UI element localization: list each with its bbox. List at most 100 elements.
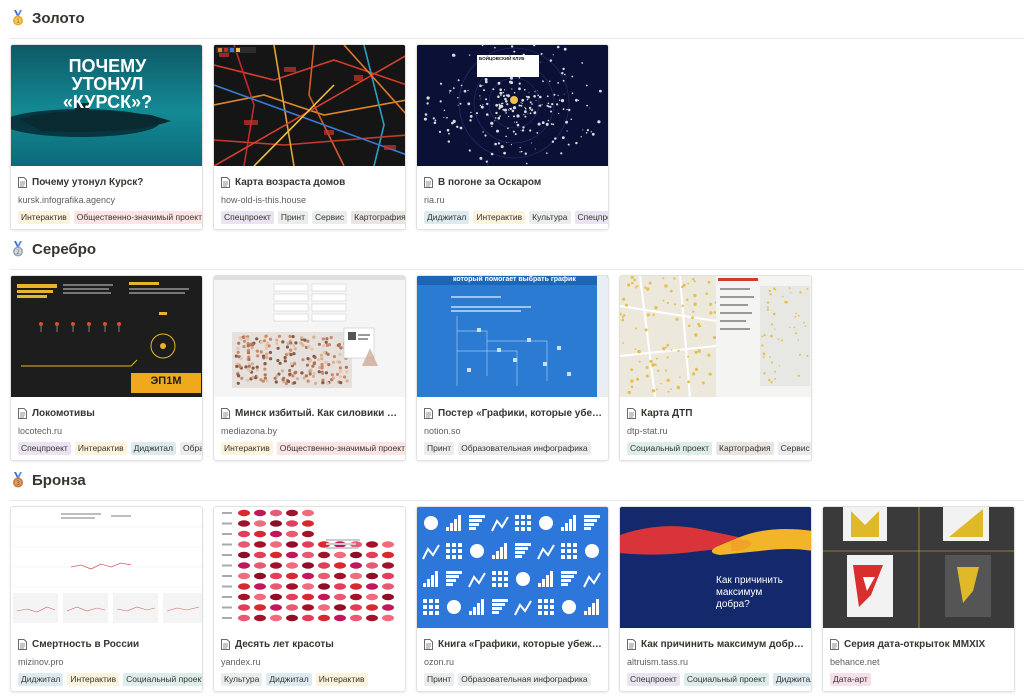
card-title: Смертность в России (18, 637, 196, 651)
cover-headline-line: УТОНУЛ (71, 74, 144, 94)
card-cover-image (214, 276, 405, 397)
gallery-card[interactable]: ЭП1М Локомотивы locotech.ru Спецпроект И… (10, 275, 203, 461)
cover-caption: который помогает выбрать график (453, 276, 576, 283)
page-icon (830, 638, 839, 650)
card-title: Локомотивы (18, 406, 196, 420)
tag: Общественно-значимый проект (73, 211, 202, 224)
card-cover-image (417, 507, 608, 628)
card-tags: Принт Образовательная инфографика (424, 673, 608, 686)
card-domain: kursk.infografika.agency (18, 195, 116, 205)
gallery-card[interactable]: который помогает выбрать график Постер «… (416, 275, 609, 461)
tag: Общественно-значимый проект (276, 442, 405, 455)
card-cover-image (214, 507, 405, 628)
tag: Картография (351, 211, 405, 224)
card-domain: altruism.tass.ru (627, 657, 689, 667)
gallery-card[interactable]: БОЙЦОВСКИЙ КЛУБ В погоне за Оскаром ria.… (416, 44, 609, 230)
card-title-text: Смертность в России (32, 638, 140, 650)
tag: Принт (277, 211, 309, 224)
gallery-card[interactable]: Серия дата-открыток MMXIX behance.net Да… (822, 506, 1015, 692)
card-title-text: Почему утонул Курск? (32, 176, 144, 188)
tag: Картография (716, 442, 774, 455)
gallery-card[interactable]: Десять лет красоты yandex.ru Культура Ди… (213, 506, 406, 692)
tag: Культура (221, 673, 263, 686)
card-title: Карта возраста домов (221, 175, 399, 189)
tag: Сервис (777, 442, 811, 455)
card-title: Постер «Графики, которые убежд... (424, 406, 602, 420)
card-title: Серия дата-открыток MMXIX (830, 637, 1008, 651)
card-cover-image (823, 507, 1014, 628)
tag: Социальный проект (683, 673, 769, 686)
card-title-text: Книга «Графики, которые убежда... (438, 638, 602, 650)
card-title-text: Как причинить максимум добра? (641, 638, 805, 650)
section-divider (10, 38, 1024, 39)
page-icon (221, 638, 230, 650)
cover-caption: ЭП1М (150, 375, 182, 387)
card-title-text: Минск избитый. Как силовики ка... (235, 407, 399, 419)
section-title: Серебро (32, 240, 97, 258)
tag: Диджитал (772, 673, 811, 686)
card-domain: mizinov.pro (18, 657, 64, 667)
tag: Интерактив (315, 673, 368, 686)
section-header: 3 Бронза (10, 468, 86, 492)
section-title: Золото (32, 9, 85, 27)
card-tags: Интерактив Общественно-значимый проект (221, 442, 405, 455)
card-tags: Социальный проект Картография Сервис (627, 442, 811, 455)
card-title: Почему утонул Курск? (18, 175, 196, 189)
tag: Спецпроект (574, 211, 608, 224)
card-domain: yandex.ru (221, 657, 261, 667)
card-title-text: Карта возраста домов (235, 176, 346, 188)
bronze-medal-icon: 3 (13, 472, 23, 488)
card-domain: locotech.ru (18, 426, 63, 436)
card-tags: Интерактив Общественно-значимый проект (18, 211, 202, 224)
page-icon (18, 176, 27, 188)
card-domain: how-old-is-this.house (221, 195, 307, 205)
svg-text:3: 3 (16, 480, 20, 487)
card-title: Карта ДТП (627, 406, 805, 420)
card-title-text: В погоне за Оскаром (438, 176, 542, 188)
page-icon (424, 638, 433, 650)
card-domain: behance.net (830, 657, 880, 667)
card-domain: mediazona.by (221, 426, 278, 436)
tag: Интерактив (74, 442, 127, 455)
tag: Диджитал (424, 211, 470, 224)
tag: Социальный проект (123, 673, 202, 686)
page-icon (627, 638, 636, 650)
card-domain: ozon.ru (424, 657, 455, 667)
tag: Принт (424, 673, 455, 686)
card-tags: Принт Образовательная инфографика (424, 442, 608, 455)
tag: Интерактив (67, 673, 120, 686)
svg-text:2: 2 (16, 249, 20, 256)
cover-headline-line: добра? (716, 599, 750, 610)
card-domain: ria.ru (424, 195, 445, 205)
gallery-card[interactable]: Карта ДТП dtp-stat.ru Социальный проект … (619, 275, 812, 461)
gallery-card[interactable]: Книга «Графики, которые убежда... ozon.r… (416, 506, 609, 692)
tag: Диджитал (130, 442, 176, 455)
tag: Сервис (312, 211, 348, 224)
card-title-text: Постер «Графики, которые убежд... (438, 407, 602, 419)
tag: Образовательная инфографика (180, 442, 202, 455)
gallery-card[interactable]: Как причинить максимум добра? Как причин… (619, 506, 812, 692)
gallery-card[interactable]: Карта возраста домов how-old-is-this.hou… (213, 44, 406, 230)
gallery-card[interactable]: Смертность в России mizinov.pro Диджитал… (10, 506, 203, 692)
cover-caption: БОЙЦОВСКИЙ КЛУБ (479, 56, 525, 61)
card-title-text: Десять лет красоты (235, 638, 334, 650)
tag: Образовательная инфографика (458, 442, 591, 455)
card-tags: Спецпроект Интерактив Диджитал Образоват… (18, 442, 202, 455)
cover-headline-line: «КУРСК»? (62, 92, 153, 112)
tag: Интерактив (18, 211, 70, 224)
card-cover-image: Как причинить максимум добра? (620, 507, 811, 628)
page-icon (627, 407, 636, 419)
section-header: 2 Серебро (10, 237, 96, 261)
tag: Спецпроект (627, 673, 680, 686)
card-tags: Дата-арт (830, 673, 1014, 686)
cover-headline: Как причинить максимум добра? (716, 575, 783, 611)
tag: Принт (424, 442, 455, 455)
card-tags: Спецпроект Принт Сервис Картография (221, 211, 405, 224)
card-cover-image: БОЙЦОВСКИЙ КЛУБ (417, 45, 608, 166)
gallery-card[interactable]: ПОЧЕМУ УТОНУЛ «КУРСК»? Почему утонул Кур… (10, 44, 203, 230)
section-divider (10, 500, 1024, 501)
gallery-card[interactable]: Минск избитый. Как силовики ка... mediaz… (213, 275, 406, 461)
card-title-text: Серия дата-открыток MMXIX (844, 638, 986, 650)
section-header: 1 Золото (10, 6, 85, 30)
svg-text:1: 1 (16, 18, 20, 25)
